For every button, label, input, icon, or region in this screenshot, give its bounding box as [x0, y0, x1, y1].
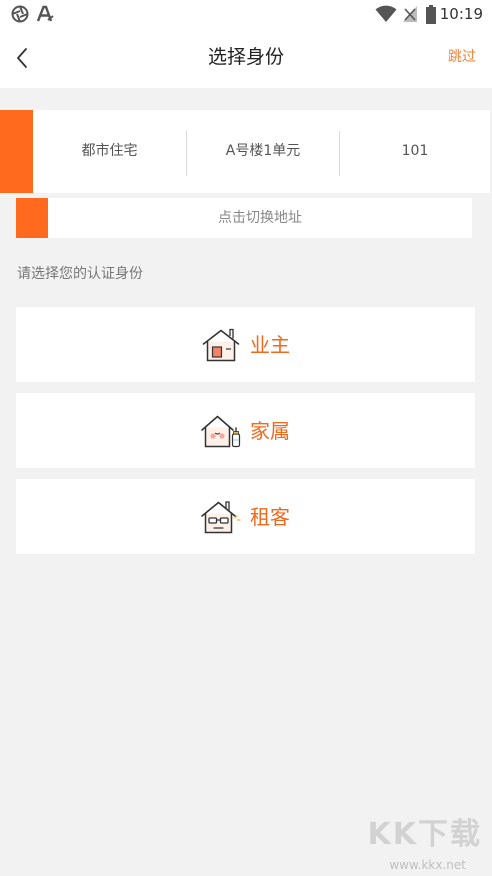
header-bar: 选择身份 跳过 [0, 28, 492, 88]
owner-house-icon [202, 328, 240, 361]
address-accent-bar [0, 110, 33, 193]
wifi-icon [375, 5, 397, 22]
switch-accent-bar [16, 198, 48, 238]
address-card[interactable]: 都市住宅 A号楼1单元 101 [0, 110, 490, 193]
identity-option-owner[interactable]: 业主 [16, 307, 475, 382]
identity-prompt: 请选择您的认证身份 [17, 266, 143, 282]
tenant-house-icon [201, 500, 241, 533]
letter-a-icon [36, 5, 54, 22]
aperture-icon [11, 5, 29, 23]
option-label: 家属 [250, 418, 290, 443]
watermark-brand: KK下载 [367, 817, 482, 852]
clock: 10:19 [439, 5, 483, 23]
skip-button[interactable]: 跳过 [448, 48, 476, 66]
page-title: 选择身份 [207, 46, 284, 68]
family-house-icon [201, 415, 241, 447]
status-bar: 10:19 [0, 0, 492, 28]
signal-off-icon [403, 6, 417, 22]
address-community: 都市住宅 [81, 143, 138, 159]
switch-address-label: 点击切换地址 [218, 210, 302, 226]
battery-icon [426, 5, 436, 24]
option-label: 业主 [250, 332, 290, 357]
identity-option-tenant[interactable]: 租客 [16, 479, 475, 554]
option-label: 租客 [250, 504, 290, 529]
address-room: 101 [401, 143, 429, 159]
switch-address-button[interactable]: 点击切换地址 [16, 198, 472, 238]
identity-option-family[interactable]: 家属 [16, 393, 475, 468]
chevron-left-icon[interactable] [12, 45, 34, 71]
watermark-url: www.kkx.net [389, 858, 466, 872]
address-building: A号楼1单元 [225, 143, 301, 159]
